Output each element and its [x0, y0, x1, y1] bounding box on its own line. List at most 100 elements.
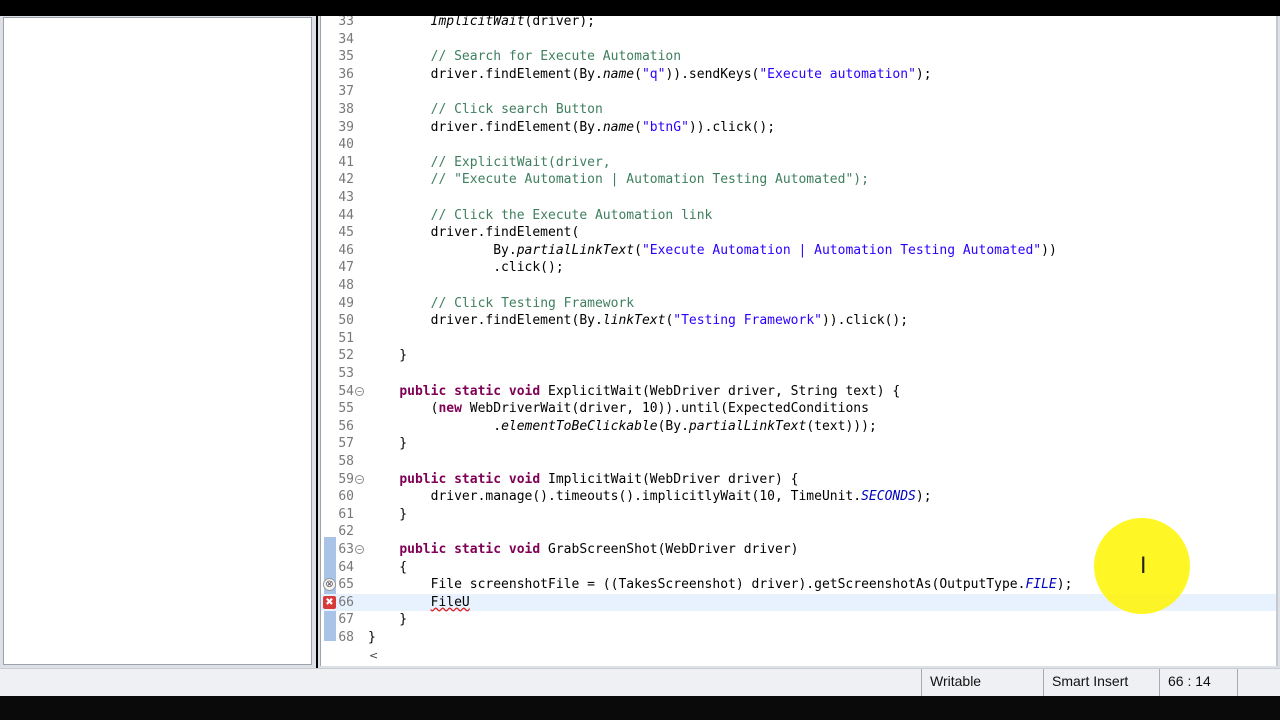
code-line[interactable]: 45 driver.findElement( — [321, 224, 1278, 242]
code-token: } — [368, 436, 408, 452]
code-token: // "Execute Automation | Automation Test… — [430, 172, 869, 188]
line-number: 51 — [338, 330, 354, 346]
code-token: name — [602, 66, 635, 82]
line-number: 50 — [338, 313, 354, 329]
line-number: 49 — [338, 295, 354, 311]
code-text[interactable]: driver.findElement(By.name("q")).sendKey… — [368, 66, 932, 84]
code-line[interactable]: 50 driver.findElement(By.linkText("Testi… — [321, 312, 1278, 330]
code-line[interactable]: 68} — [321, 629, 1278, 647]
code-text[interactable]: File screenshotFile = ((TakesScreenshot)… — [368, 576, 1073, 594]
code-token: ExplicitWait(WebDriver driver, String te… — [540, 383, 901, 399]
code-token: driver.findElement(By. — [368, 66, 603, 82]
code-text[interactable]: .elementToBeClickable(By.partialLinkText… — [368, 418, 877, 436]
code-line[interactable]: 41 // ExplicitWait(driver, — [321, 154, 1278, 172]
code-line[interactable]: 52 } — [321, 347, 1278, 365]
code-text[interactable]: // Click search Button — [368, 101, 603, 119]
error-icon[interactable]: ✖ — [323, 595, 336, 609]
code-text[interactable]: // Click Testing Framework — [368, 295, 635, 313]
code-text[interactable]: public static void ImplicitWait(WebDrive… — [368, 471, 798, 489]
code-text[interactable]: public static void GrabScreenShot(WebDri… — [368, 541, 798, 559]
code-text[interactable]: // "Execute Automation | Automation Test… — [368, 171, 869, 189]
package-explorer-view[interactable] — [3, 17, 312, 665]
code-text[interactable]: public static void ExplicitWait(WebDrive… — [368, 383, 900, 401]
collapse-icon[interactable]: − — [355, 474, 364, 484]
vertical-scrollbar-edge[interactable] — [1276, 16, 1278, 666]
code-token: ( — [634, 242, 642, 258]
code-token: )).sendKeys( — [665, 66, 760, 82]
code-text[interactable]: // Search for Execute Automation — [368, 48, 681, 66]
code-token: ( — [368, 401, 439, 417]
code-line[interactable]: 38 // Click search Button — [321, 101, 1278, 119]
line-number: 61 — [338, 506, 354, 522]
code-text[interactable]: .click(); — [368, 259, 563, 277]
code-line[interactable]: 57 } — [321, 435, 1278, 453]
scroll-left-arrow-icon[interactable]: < — [369, 649, 378, 662]
code-line[interactable]: 34 — [321, 31, 1278, 49]
status-cursor-position: 66 : 14 — [1159, 669, 1237, 696]
code-text[interactable]: } — [368, 347, 407, 365]
code-text[interactable]: By.partialLinkText("Execute Automation |… — [368, 242, 1057, 260]
status-insert-mode: Smart Insert — [1043, 669, 1159, 696]
code-line[interactable]: 47 .click(); — [321, 259, 1278, 277]
horizontal-scrollbar[interactable]: < — [321, 648, 1277, 664]
code-line[interactable]: 35 // Search for Execute Automation — [321, 48, 1278, 66]
code-text[interactable]: } — [368, 611, 407, 629]
code-text[interactable]: (new WebDriverWait(driver, 10)).until(Ex… — [368, 400, 869, 418]
code-token: (By. — [657, 418, 689, 434]
code-line[interactable]: 59− public static void ImplicitWait(WebD… — [321, 471, 1278, 489]
code-line[interactable]: 53 — [321, 365, 1278, 383]
code-line[interactable]: 43 — [321, 189, 1278, 207]
code-token: } — [368, 630, 376, 645]
code-line[interactable]: 42 // "Execute Automation | Automation T… — [321, 171, 1278, 189]
collapse-icon[interactable]: − — [355, 545, 364, 554]
code-text[interactable]: ImplicitWait(driver); — [368, 16, 595, 31]
code-line[interactable]: 39 driver.findElement(By.name("btnG")).c… — [321, 119, 1278, 137]
code-line[interactable]: 67 } — [321, 611, 1278, 629]
code-line[interactable]: 51 — [321, 330, 1278, 348]
collapse-icon[interactable]: − — [355, 386, 364, 396]
code-text[interactable]: } — [368, 629, 376, 647]
code-line[interactable]: 33 ImplicitWait(driver); — [321, 16, 1278, 31]
line-number: 53 — [338, 366, 354, 381]
line-number: 37 — [338, 84, 354, 100]
code-token: } — [368, 506, 408, 522]
code-text[interactable]: FileU — [368, 594, 470, 612]
line-number: 35 — [338, 49, 354, 65]
code-text[interactable]: } — [368, 435, 407, 453]
code-line[interactable]: 56 .elementToBeClickable(By.partialLinkT… — [321, 418, 1278, 436]
code-token: FILE — [1025, 577, 1057, 593]
code-text[interactable]: driver.findElement(By.linkText("Testing … — [368, 312, 908, 330]
code-token: GrabScreenShot(WebDriver driver) — [540, 542, 799, 557]
code-text[interactable]: driver.findElement(By.name("btnG")).clic… — [368, 119, 775, 137]
code-text[interactable]: driver.manage().timeouts().implicitlyWai… — [368, 488, 932, 506]
line-number: 41 — [338, 154, 354, 170]
code-token: public static void — [399, 471, 541, 487]
code-token: "Execute Automation | Automation Testing… — [641, 242, 1042, 258]
line-number: 52 — [338, 348, 354, 364]
code-line[interactable]: 44 // Click the Execute Automation link — [321, 207, 1278, 225]
code-line[interactable]: 54− public static void ExplicitWait(WebD… — [321, 383, 1278, 401]
code-text[interactable]: // Click the Execute Automation link — [368, 207, 713, 225]
code-line[interactable]: 40 — [321, 136, 1278, 154]
code-line[interactable]: 60 driver.manage().timeouts().implicitly… — [321, 488, 1278, 506]
code-line[interactable]: 49 // Click Testing Framework — [321, 295, 1278, 313]
code-line[interactable]: 55 (new WebDriverWait(driver, 10)).until… — [321, 400, 1278, 418]
code-line[interactable]: 36 driver.findElement(By.name("q")).send… — [321, 66, 1278, 84]
code-line[interactable]: 48 — [321, 277, 1278, 295]
line-number: 43 — [338, 190, 354, 205]
code-token: )).click(); — [688, 119, 776, 135]
code-text[interactable]: // ExplicitWait(driver, — [368, 154, 611, 172]
code-text[interactable]: } — [368, 506, 407, 524]
code-line[interactable]: 37 — [321, 83, 1278, 101]
code-text[interactable]: { — [368, 559, 407, 577]
line-number: 62 — [338, 524, 354, 540]
code-line[interactable]: 58 — [321, 453, 1278, 471]
line-number: 42 — [338, 172, 354, 188]
code-text[interactable]: driver.findElement( — [368, 224, 580, 242]
code-line[interactable]: 46 By.partialLinkText("Execute Automatio… — [321, 242, 1278, 260]
